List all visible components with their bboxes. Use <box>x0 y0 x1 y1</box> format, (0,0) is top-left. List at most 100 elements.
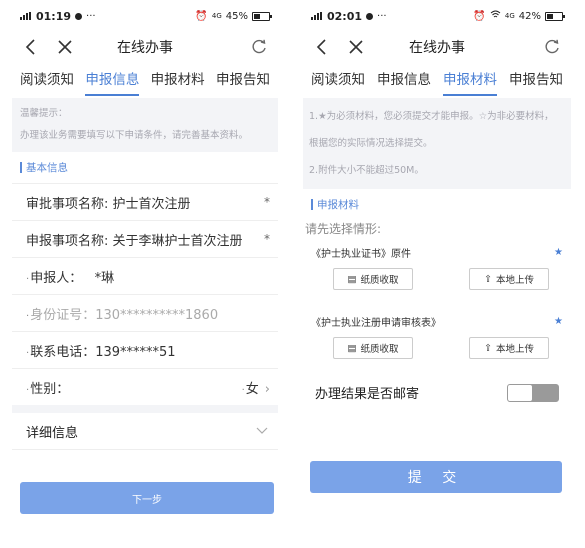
section-title: 申报材料 <box>317 199 359 211</box>
status-bar: 01:19 ··· ⏰ 4G 45% <box>12 0 278 32</box>
refresh-icon[interactable] <box>543 38 561 56</box>
upload-icon: ⇪ <box>484 273 492 285</box>
material-name: 《护士执业注册申请审核表》 <box>311 318 441 329</box>
tab-application-materials[interactable]: 申报材料 <box>151 68 205 94</box>
phone-value: 139******51 <box>95 344 176 360</box>
approval-item-row: 审批事项名称: 护士首次注册 * <box>12 183 278 221</box>
battery-icon <box>545 11 565 21</box>
status-bar: 02:01 ··· ⏰ 4G 42% <box>303 0 571 32</box>
tab-bar: 阅读须知 申报信息 申报材料 申报告知 <box>303 62 571 98</box>
section-marker <box>311 199 313 210</box>
material-name: 《护士执业证书》原件 <box>311 249 411 260</box>
status-time: 01:19 <box>36 9 72 23</box>
tab-bar: 阅读须知 申报信息 申报材料 申报告知 <box>12 62 278 98</box>
tab-reading-notice[interactable]: 阅读须知 <box>20 68 74 94</box>
back-icon[interactable] <box>313 38 331 56</box>
notice-heading: 温馨提示： <box>20 108 68 119</box>
applicant-value: *琳 <box>94 270 115 286</box>
section-materials: 申报材料 <box>303 189 571 216</box>
paper-collect-button[interactable]: ▤ 纸质收取 <box>333 337 413 359</box>
local-upload-button[interactable]: ⇪ 本地上传 <box>469 268 549 290</box>
required-marker: * <box>264 232 270 246</box>
application-item-label: 申报事项名称: <box>26 233 109 249</box>
paper-icon: ▤ <box>347 273 357 285</box>
material-item: 《护士执业注册申请审核表》 ★ ▤ 纸质收取 ⇪ 本地上传 <box>303 300 571 369</box>
application-item-row: 申报事项名称: 关于李琳护士首次注册 * <box>12 221 278 258</box>
notice-box: 1.★为必须材料，您必须提交才能申报。☆为非必要材料， 根据您的实际情况选择提交… <box>303 98 571 189</box>
network-label: 4G <box>504 12 515 20</box>
signal-icon <box>20 12 32 20</box>
more-status-icon: ··· <box>377 10 387 22</box>
section-marker <box>20 162 22 173</box>
tab-application-materials[interactable]: 申报材料 <box>443 68 497 96</box>
submit-button[interactable]: 提 交 <box>310 461 562 493</box>
notice-box: 温馨提示： 办理该业务需要填写以下申请条件，请完善基本资料。 <box>12 98 278 152</box>
required-star-icon: ★ <box>554 247 563 258</box>
battery-percent: 45% <box>225 10 248 22</box>
battery-icon <box>252 11 272 21</box>
upload-icon: ⇪ <box>484 342 492 354</box>
notice-line-1: 1.★为必须材料，您必须提交才能申报。☆为非必要材料， <box>309 111 554 122</box>
wifi-icon <box>490 10 501 22</box>
phone-screen-left: 01:19 ··· ⏰ 4G 45% 在线办事 阅读须知 申报信息 申报材料 申 <box>12 0 278 548</box>
close-icon[interactable] <box>56 38 74 56</box>
alarm-icon: ⏰ <box>473 10 486 22</box>
mail-result-label: 办理结果是否邮寄 <box>315 387 420 402</box>
alarm-icon: ⏰ <box>195 10 208 22</box>
approval-item-label: 审批事项名称: <box>26 196 109 212</box>
network-label: 4G <box>211 12 222 20</box>
toggle-knob <box>508 384 532 401</box>
tab-reading-notice[interactable]: 阅读须知 <box>311 68 365 94</box>
required-star-icon: ★ <box>554 316 563 327</box>
application-item-value: 关于李琳护士首次注册 <box>112 233 243 249</box>
paper-collect-label: 纸质收取 <box>360 344 399 355</box>
phone-row[interactable]: ·联系电话：139******51 <box>12 332 278 369</box>
local-upload-label: 本地上传 <box>495 275 534 286</box>
detail-info-row[interactable]: 详细信息 <box>12 405 278 450</box>
phone-screen-right: 02:01 ··· ⏰ 4G 42% 在线办事 阅读须知 申报信息 申报材料 申… <box>303 0 571 548</box>
nav-bar: 在线办事 <box>303 32 571 62</box>
notification-icon <box>75 12 83 20</box>
notification-icon <box>366 12 374 20</box>
local-upload-label: 本地上传 <box>495 344 534 355</box>
local-upload-button[interactable]: ⇪ 本地上传 <box>469 337 549 359</box>
more-status-icon: ··· <box>86 10 96 22</box>
gender-row[interactable]: ·性别： ·女 › <box>12 369 278 405</box>
notice-line-3: 2.附件大小不能超过50M。 <box>309 165 424 176</box>
applicant-row[interactable]: ·申报人： *琳 <box>12 258 278 295</box>
material-item: 《护士执业证书》原件 ★ ▤ 纸质收取 ⇪ 本地上传 <box>303 237 571 300</box>
close-icon[interactable] <box>347 38 365 56</box>
tab-application-notice[interactable]: 申报告知 <box>509 68 563 94</box>
approval-item-value: 护士首次注册 <box>112 196 191 212</box>
mail-result-row: 办理结果是否邮寄 <box>303 369 571 402</box>
mail-toggle[interactable] <box>507 383 559 402</box>
id-number-value: 130**********1860 <box>95 307 219 323</box>
paper-collect-label: 纸质收取 <box>360 275 399 286</box>
detail-info-label: 详细信息 <box>26 425 79 441</box>
tab-application-info[interactable]: 申报信息 <box>377 68 431 94</box>
gender-value: 女 <box>245 381 259 397</box>
gender-label: 性别： <box>30 381 70 397</box>
back-icon[interactable] <box>22 38 40 56</box>
id-number-label: 身份证号： <box>30 307 96 323</box>
notice-text: 办理该业务需要填写以下申请条件，请完善基本资料。 <box>20 130 249 141</box>
tab-application-notice[interactable]: 申报告知 <box>216 68 270 94</box>
section-title: 基本信息 <box>26 162 68 174</box>
section-basic-info: 基本信息 <box>12 152 278 183</box>
paper-collect-button[interactable]: ▤ 纸质收取 <box>333 268 413 290</box>
notice-line-2: 根据您的实际情况选择提交。 <box>309 138 433 149</box>
chevron-down-icon <box>256 424 268 439</box>
applicant-label: 申报人： <box>30 270 83 286</box>
required-marker: * <box>264 195 270 209</box>
situation-prompt: 请先选择情形: <box>305 222 382 236</box>
id-number-row: ·身份证号：130**********1860 <box>12 295 278 332</box>
refresh-icon[interactable] <box>250 38 268 56</box>
paper-icon: ▤ <box>347 342 357 354</box>
nav-bar: 在线办事 <box>12 32 278 62</box>
chevron-right-icon: › <box>264 381 270 397</box>
battery-percent: 42% <box>518 10 541 22</box>
next-step-button[interactable]: 下一步 <box>20 482 274 514</box>
phone-label: 联系电话： <box>30 344 96 360</box>
tab-application-info[interactable]: 申报信息 <box>85 68 140 96</box>
signal-icon <box>311 12 323 20</box>
